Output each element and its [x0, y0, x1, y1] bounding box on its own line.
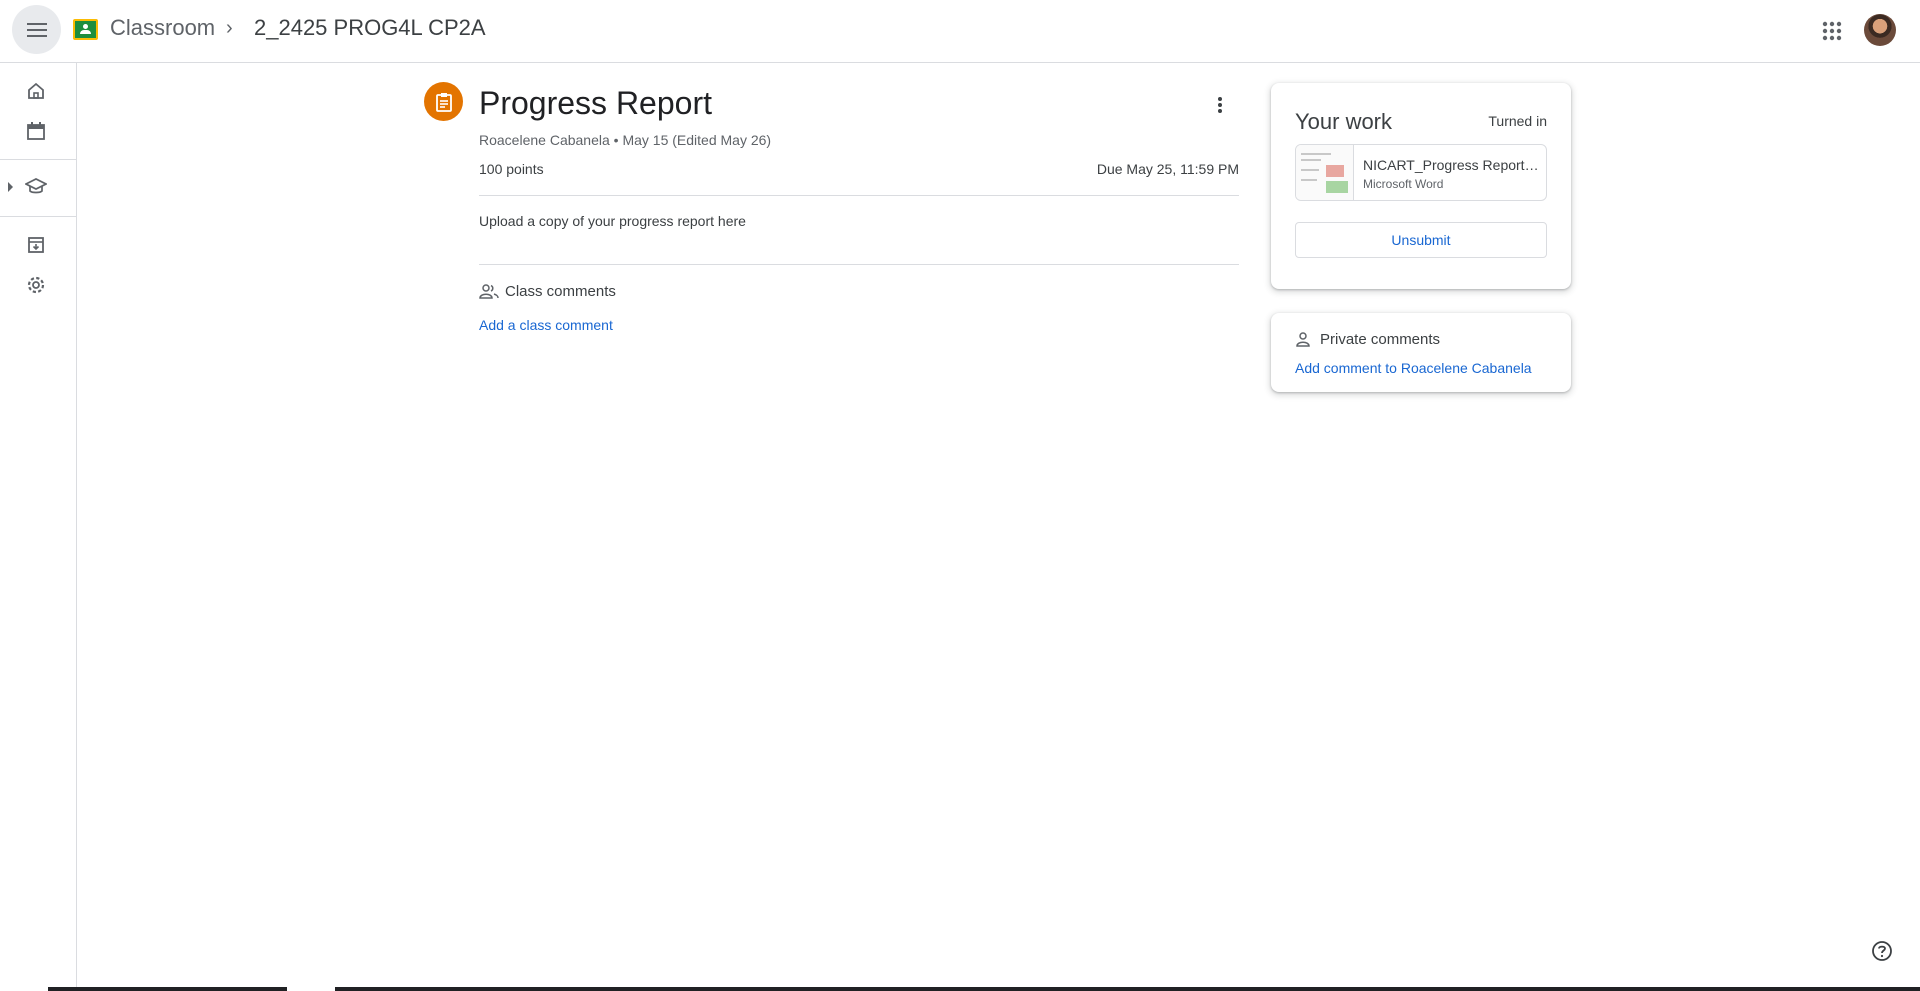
google-apps-grid-icon[interactable]: [1818, 17, 1846, 45]
file-thumbnail: [1296, 145, 1354, 200]
sidebar-item-calendar[interactable]: [21, 116, 51, 146]
assignment-points: 100 points: [479, 161, 544, 177]
classroom-logo[interactable]: [73, 19, 98, 40]
account-avatar[interactable]: [1864, 14, 1896, 46]
breadcrumb-separator-icon: ›: [226, 17, 233, 39]
class-comments-label: Class comments: [505, 283, 616, 300]
expand-caret-icon[interactable]: [8, 182, 13, 192]
file-type: Microsoft Word: [1363, 177, 1444, 191]
more-options-button[interactable]: [1205, 90, 1235, 120]
navigation-rail: [0, 63, 77, 991]
sidebar-item-home[interactable]: [21, 76, 51, 106]
bottom-edge-gap: [287, 987, 335, 991]
your-work-title: Your work: [1295, 109, 1393, 134]
sidebar-item-settings[interactable]: [21, 270, 51, 300]
file-name: NICART_Progress Report.docx: [1363, 157, 1541, 173]
assignment-due-date: Due May 25, 11:59 PM: [1096, 161, 1239, 177]
submission-status: Turned in: [1488, 113, 1547, 129]
divider: [479, 195, 1239, 196]
assignment-instructions: Upload a copy of your progress report he…: [479, 213, 746, 229]
calendar-icon: [27, 122, 45, 140]
people-icon: [479, 284, 499, 299]
sidebar-item-archived[interactable]: [21, 230, 51, 260]
your-work-card: Your work Turned in NICART_Progress Repo…: [1271, 83, 1571, 289]
top-app-bar: Classroom › 2_2425 PROG4L CP2A: [0, 0, 1920, 63]
course-name-link[interactable]: 2_2425 PROG4L CP2A: [254, 15, 486, 41]
hamburger-menu-icon: [26, 22, 47, 37]
private-comments-card: Private comments Add comment to Roacelen…: [1271, 313, 1571, 392]
private-comments-label: Private comments: [1320, 331, 1441, 348]
archive-icon: [28, 237, 44, 253]
attached-file[interactable]: NICART_Progress Report.docx Microsoft Wo…: [1295, 144, 1547, 201]
clipboard-icon: [435, 92, 452, 112]
sidebar-item-enrolled[interactable]: [21, 172, 51, 202]
person-icon: [1296, 332, 1310, 347]
add-private-comment-link[interactable]: Add comment to Roacelene Cabanela: [1295, 360, 1532, 376]
main-menu-button[interactable]: [12, 5, 61, 54]
assignment-title: Progress Report: [479, 85, 712, 121]
gear-icon: [27, 276, 45, 294]
unsubmit-button[interactable]: Unsubmit: [1295, 222, 1547, 258]
more-vert-icon: [1218, 97, 1222, 113]
add-class-comment-link[interactable]: Add a class comment: [479, 317, 613, 333]
sidebar-divider: [0, 216, 76, 217]
assignment-author-date: Roacelene Cabanela • May 15 (Edited May …: [479, 132, 772, 148]
graduation-cap-icon: [25, 178, 47, 194]
assignment-type-icon: [424, 82, 463, 121]
help-icon[interactable]: [1871, 940, 1893, 962]
home-icon: [28, 82, 44, 99]
divider: [479, 264, 1239, 265]
app-name-link[interactable]: Classroom: [110, 15, 215, 41]
sidebar-divider: [0, 159, 76, 160]
